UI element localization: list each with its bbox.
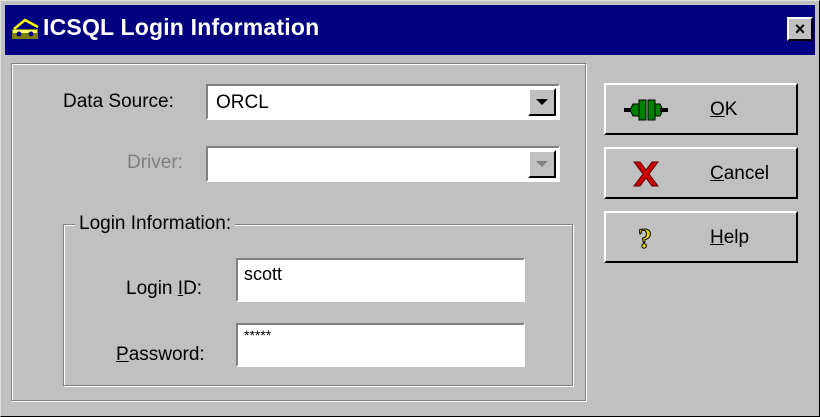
cancel-label: Cancel [710, 163, 769, 185]
question-mark-icon: ? [638, 224, 653, 254]
close-icon: × [794, 18, 806, 39]
login-id-value: scott [244, 264, 283, 284]
help-label-rest: elp [723, 227, 750, 248]
chevron-down-icon [536, 161, 548, 167]
ok-button[interactable]: OK [604, 83, 798, 135]
data-source-label: Data Source: [63, 91, 174, 112]
cancel-mnemonic: C [710, 163, 724, 184]
help-label: Help [710, 227, 749, 249]
login-dialog: ICSQL Login Information × Data Source: O… [0, 0, 820, 417]
password-value: ***** [244, 327, 272, 343]
key-icon [12, 18, 39, 39]
password-field[interactable]: ***** [236, 323, 525, 367]
login-id-label-suffix: D: [183, 278, 203, 299]
login-id-label: Login ID: [126, 278, 202, 300]
data-source-value: ORCL [216, 92, 269, 113]
ok-label: OK [710, 99, 737, 121]
ok-mnemonic: O [710, 99, 725, 120]
driver-combo [206, 146, 560, 182]
svg-text:?: ? [638, 224, 652, 253]
window-title: ICSQL Login Information [43, 14, 320, 40]
cancel-button[interactable]: Cancel [604, 147, 798, 199]
password-label-suffix: assword: [128, 344, 205, 365]
cancel-label-rest: ancel [723, 163, 770, 184]
login-information-title: Login Information: [75, 213, 236, 235]
password-mnemonic: P [116, 344, 129, 365]
driver-dropdown-button [528, 150, 556, 178]
chevron-down-icon [536, 99, 548, 105]
data-source-combo[interactable]: ORCL [206, 84, 560, 120]
help-mnemonic: H [710, 227, 724, 248]
help-button[interactable]: ? Help [604, 211, 798, 263]
title-bar[interactable]: ICSQL Login Information × [5, 5, 815, 55]
plug-connect-icon [624, 99, 668, 121]
red-x-icon [633, 161, 659, 187]
ok-label-rest: K [724, 99, 738, 120]
login-id-label-text: Login [126, 278, 178, 299]
data-source-dropdown-button[interactable] [528, 88, 556, 116]
driver-label: Driver: [127, 152, 183, 173]
login-id-field[interactable]: scott [236, 258, 525, 302]
password-label: Password: [116, 344, 205, 366]
close-button[interactable]: × [787, 17, 813, 41]
